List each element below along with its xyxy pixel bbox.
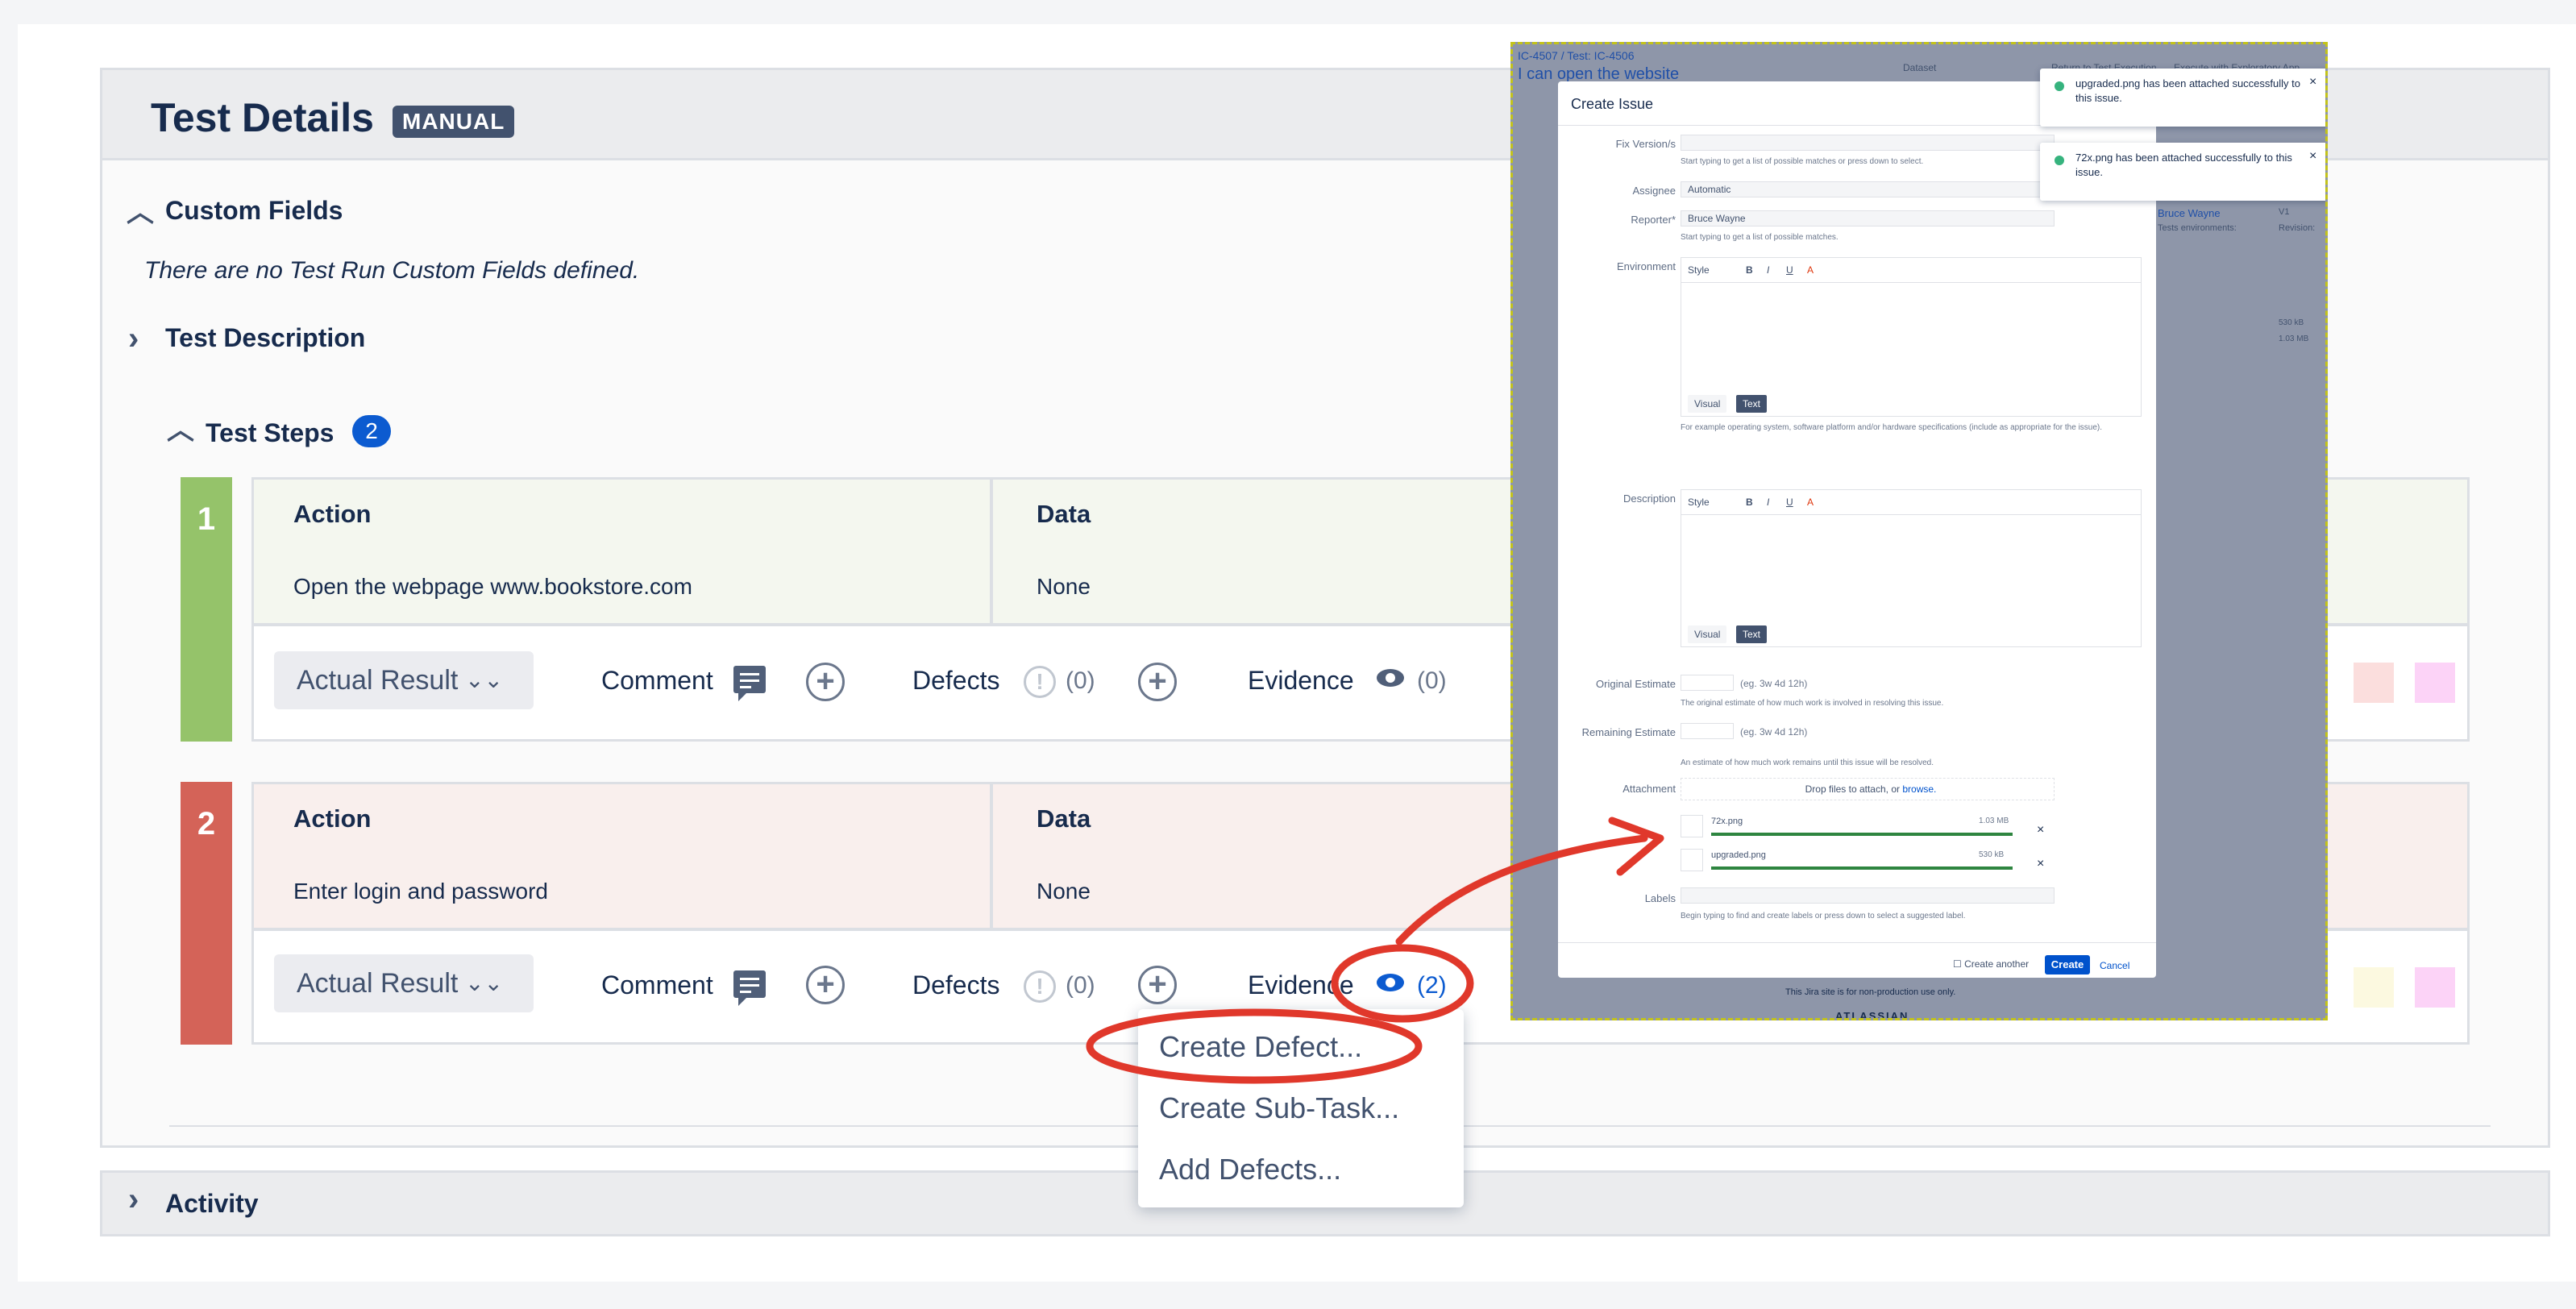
- annotation-arrow: [1395, 834, 1648, 945]
- annotation-layer: [1086, 817, 1664, 1084]
- evidence-highlight-ellipse: [1331, 944, 1474, 1023]
- arrowhead-icon: [1608, 817, 1664, 876]
- create-defect-highlight-ellipse: [1086, 1008, 1423, 1084]
